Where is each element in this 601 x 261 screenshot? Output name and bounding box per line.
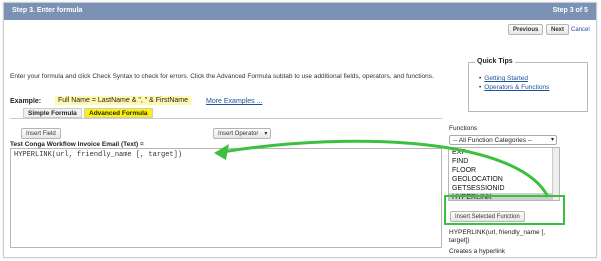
annotation-arrow [214, 139, 550, 198]
arrow-head-icon [214, 144, 229, 160]
arrow-curve [221, 139, 550, 198]
